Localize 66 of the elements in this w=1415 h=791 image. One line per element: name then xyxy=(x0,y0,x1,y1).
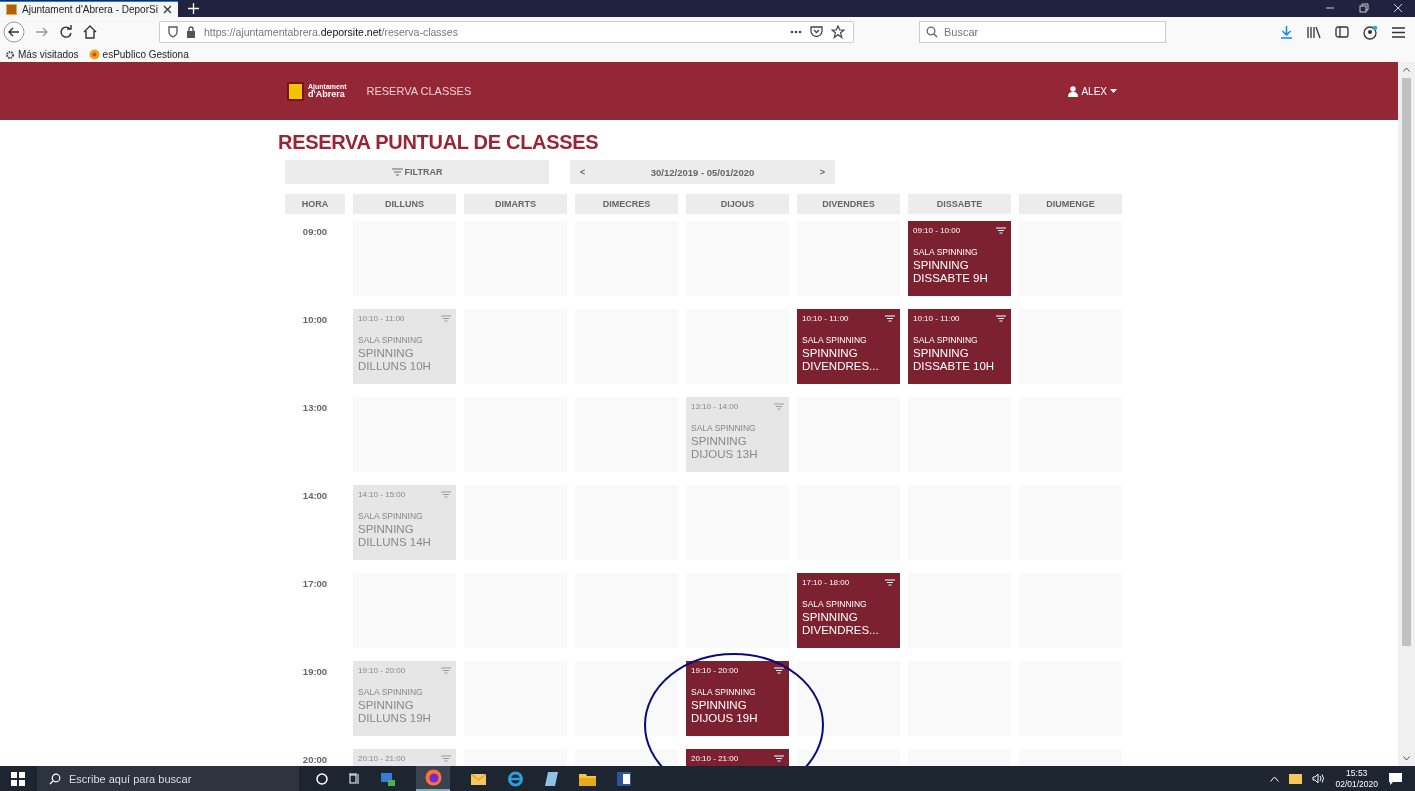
class-room: SALA SPINNING xyxy=(691,423,757,433)
column-header: HORA xyxy=(285,194,345,214)
user-menu[interactable]: ALEX xyxy=(1068,85,1117,97)
class-card[interactable]: 10:10 - 11:00 SALA SPINNING SPINNING DIVENDRES... xyxy=(797,309,900,384)
address-bar[interactable]: https://ajuntamentabrera.deporsite.net/reserva-classes xyxy=(159,21,854,43)
column-header: DIVENDRES xyxy=(797,194,900,214)
class-room: SALA SPINNING xyxy=(913,247,979,257)
column-header: DIMECRES xyxy=(575,194,678,214)
class-room: SALA SPINNING xyxy=(913,335,979,345)
class-card[interactable]: 09:10 - 10:00 SALA SPINNING SPINNING DISSABTE 9H xyxy=(908,221,1011,296)
class-room: SALA SPINNING xyxy=(691,687,757,697)
class-name: SPINNING DISSABTE 10H xyxy=(913,347,996,373)
class-time: 14:10 - 15:00 xyxy=(358,490,406,499)
class-name: SPINNING DIJOUS 19H xyxy=(691,699,759,725)
bookmark-item[interactable]: esPublico Gestiona xyxy=(88,49,189,60)
next-week-button[interactable]: > xyxy=(813,167,831,177)
hour-label: 14:00 xyxy=(301,489,329,503)
hour-label: 13:00 xyxy=(301,401,329,415)
column-header: DILLUNS xyxy=(353,194,456,214)
class-name: SPINNING DIJOUS 13H xyxy=(691,435,759,461)
class-name: SPINNING DILLUNS 14H xyxy=(358,523,432,549)
class-time: 17:10 - 18:00 xyxy=(802,578,850,587)
column-header: DIJOUS xyxy=(686,194,789,214)
class-time: 19:10 - 20:00 xyxy=(691,666,739,675)
page-title: RESERVA PUNTUAL DE CLASSES xyxy=(278,130,600,155)
class-name: SPINNING DIVENDRES... xyxy=(802,611,880,637)
class-time: 10:10 - 11:00 xyxy=(913,314,960,323)
class-name: SPINNING DILLUNS 10H xyxy=(358,347,432,373)
hour-label: 10:00 xyxy=(301,313,329,327)
clock-time[interactable]: 15:53 xyxy=(1346,767,1368,779)
column-header: DISSABTE xyxy=(908,194,1011,214)
hour-label: 09:00 xyxy=(301,225,329,239)
class-time: 10:10 - 11:00 xyxy=(358,314,405,323)
hour-label: 20:00 xyxy=(301,753,329,766)
bookmark-item[interactable]: Más visitados xyxy=(5,49,79,60)
hour-label: 19:00 xyxy=(301,665,329,679)
class-card[interactable]: 19:10 - 20:00 SALA SPINNING SPINNING DIJOUS 19H xyxy=(686,661,789,736)
class-time: 19:10 - 20:00 xyxy=(358,666,406,675)
class-name: SPINNING DILLUNS 19H xyxy=(358,699,432,725)
class-name: SPINNING DIVENDRES... xyxy=(802,347,880,373)
column-header: DIUMENGE xyxy=(1019,194,1122,214)
clock-date[interactable]: 02/01/2020 xyxy=(1335,778,1378,790)
class-time: 20:10 - 21:00 xyxy=(691,754,739,763)
class-room: SALA SPINNING xyxy=(358,511,424,521)
class-room: SALA SPINNING xyxy=(802,599,868,609)
column-header: DIMARTS xyxy=(464,194,567,214)
filter-button[interactable]: FILTRAR xyxy=(285,160,549,184)
nav-link[interactable]: RESERVA CLASSES xyxy=(366,85,472,97)
class-name: SPINNING DISSABTE 9H xyxy=(913,259,989,285)
class-card[interactable]: 10:10 - 11:00 SALA SPINNING SPINNING DISSABTE 10H xyxy=(908,309,1011,384)
date-range: 30/12/2019 - 05/01/2020 xyxy=(649,166,756,178)
hour-label: 17:00 xyxy=(301,577,329,591)
class-time: 13:10 - 14:00 xyxy=(691,402,739,411)
class-time: 09:10 - 10:00 xyxy=(913,226,961,235)
taskbar-search-field[interactable]: Escribe aquí para buscar xyxy=(37,766,299,791)
search-field[interactable]: Buscar xyxy=(919,21,1166,43)
browser-tab[interactable]: Ajuntament d'Abrera - DeporSi xyxy=(0,1,178,17)
class-time: 10:10 - 11:00 xyxy=(802,314,849,323)
class-card[interactable]: 17:10 - 18:00 SALA SPINNING SPINNING DIVENDRES... xyxy=(797,573,900,648)
class-card[interactable]: 20:10 - 21:00 xyxy=(686,749,789,766)
class-room: SALA SPINNING xyxy=(358,687,424,697)
class-room: SALA SPINNING xyxy=(802,335,868,345)
class-time: 20:10 - 21:00 xyxy=(358,754,406,763)
class-room: SALA SPINNING xyxy=(358,335,424,345)
url-text: https://ajuntamentabrera.deporsite.net/reserva-classes xyxy=(204,26,458,38)
previous-week-button[interactable]: < xyxy=(574,167,592,177)
